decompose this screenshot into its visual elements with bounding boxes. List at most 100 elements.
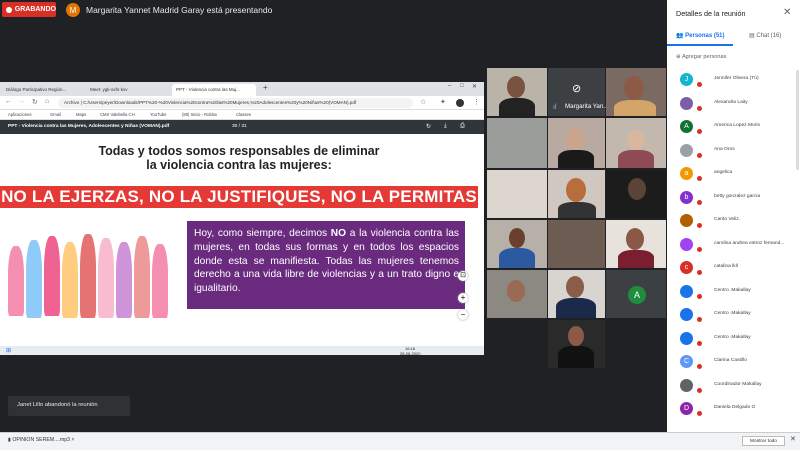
print-icon[interactable]: ⎙ (460, 123, 465, 130)
video-tile (548, 170, 605, 218)
bookmark[interactable]: Aplicaciones (8, 112, 32, 117)
menu-icon[interactable]: ⋮ (473, 98, 480, 106)
minimize-icon[interactable]: – (448, 83, 451, 89)
video-tile (487, 270, 547, 318)
participant-avatar (680, 308, 693, 321)
windows-start-icon[interactable]: ⊞ (6, 347, 11, 354)
mic-off-icon (696, 81, 703, 88)
participant-row[interactable]: c catalina lkll (676, 258, 798, 280)
forward-icon[interactable]: → (18, 98, 25, 105)
close-icon[interactable]: ✕ (783, 7, 791, 18)
browser-tab[interactable]: Meet: ygk-xxfn-kxv (86, 84, 168, 96)
participant-row[interactable]: J Jennifer Olivera (Tú) (676, 70, 798, 92)
browser-tab-active[interactable]: PPT - Violencia contra las Muj... (172, 84, 256, 96)
participant-name: Centro .Makallay (714, 287, 751, 293)
participant-name: Daniela Delgado G (714, 405, 756, 410)
participant-row[interactable]: carolina andrea estroz fernand... (676, 235, 798, 257)
participant-name: Clarina Castillo (714, 358, 747, 363)
bookmark[interactable]: Maps (76, 112, 86, 117)
mic-off-icon (696, 151, 703, 159)
participant-row[interactable]: b betty gonzalez garcia (676, 188, 798, 210)
tab-people[interactable]: 👥 Personas (51) (676, 32, 725, 39)
profile-icon[interactable] (456, 99, 464, 107)
participant-row[interactable]: a angelica (676, 164, 798, 186)
participant-name: Ana Oros (714, 146, 735, 152)
bookmark[interactable]: Classes (236, 112, 251, 117)
browser-tabs: Diálogo Participativo Región... Meet: yg… (0, 82, 484, 96)
participant-name: America Lopez Moris (714, 123, 760, 128)
participant-row[interactable]: Centro .Makallay (676, 282, 798, 304)
participant-avatar: c (680, 261, 693, 274)
participant-avatar: C (680, 355, 693, 368)
new-tab-icon[interactable]: + (263, 83, 268, 92)
zoom-in-icon[interactable]: + (458, 293, 468, 303)
file-icon: ▮ (8, 437, 11, 443)
download-bar (0, 432, 800, 450)
slide-title: Todas y todos somos responsables de elim… (0, 144, 478, 172)
participant-row[interactable]: Centro .Makallay (676, 329, 798, 351)
back-icon[interactable]: ← (5, 98, 12, 105)
add-people-button[interactable]: ⊕ Agregar personas (676, 54, 726, 60)
video-tile (606, 68, 666, 116)
browser-tab[interactable]: Diálogo Participativo Región... (2, 84, 84, 96)
bookmark[interactable]: YouTube (150, 112, 166, 117)
bookmark[interactable]: (80) Inicio - Roblox (182, 112, 217, 117)
video-tile (548, 220, 605, 268)
taskbar-date: 28-08-2020 (400, 350, 421, 356)
participant-name: carolina andrea estroz fernand... (714, 240, 785, 246)
mic-off-icon (696, 292, 703, 300)
rotate-icon[interactable]: ↻ (426, 123, 431, 130)
participant-avatar (680, 378, 693, 392)
participant-row[interactable]: Centro .Makallay (676, 305, 798, 327)
url-field[interactable]: Archivo | C:/Users/peyer/Downloads/PPT%2… (58, 98, 413, 108)
reload-icon[interactable]: ↻ (32, 98, 38, 106)
participant-avatar (680, 214, 693, 227)
participant-row[interactable]: Ana Oros (676, 141, 798, 163)
download-item[interactable]: ▮ OPINION SEREM....mp3 ˄ (8, 437, 74, 443)
close-icon[interactable]: ✕ (790, 435, 796, 443)
presenting-text: Margarita Yannet Madrid Garay está prese… (86, 5, 273, 15)
maximize-icon[interactable]: □ (460, 83, 464, 89)
extensions-icon[interactable]: ✦ (440, 98, 446, 106)
mic-off-icon (696, 222, 703, 229)
participant-avatar: A (628, 286, 646, 304)
participant-avatar (680, 96, 693, 110)
participant-row[interactable]: C Clarina Castillo (676, 352, 798, 374)
pdf-toolbar: PPT - Violencia contra las Mujeres, Adol… (0, 120, 484, 134)
scrollbar[interactable] (796, 70, 799, 170)
add-people-label: Agregar personas (681, 54, 727, 60)
slide-title-line1: Todas y todos somos responsables de elim… (98, 144, 380, 158)
participant-row[interactable]: D Daniela Delgado G (676, 399, 798, 421)
add-person-icon: ⊕ (676, 54, 681, 60)
participant-avatar: a (680, 167, 693, 180)
tile-name: Margarita Yan... (565, 103, 609, 110)
show-all-button[interactable]: Mostrar todo (742, 436, 785, 446)
fit-page-icon[interactable]: ⊡ (458, 271, 468, 281)
zoom-out-icon[interactable]: − (458, 310, 468, 320)
participant-avatar: D (680, 402, 693, 415)
close-icon[interactable]: ✕ (472, 83, 477, 90)
video-tile (548, 320, 605, 368)
bookmark[interactable]: Gmail (50, 112, 61, 117)
slide-title-line2: la violencia contra las mujeres: (146, 158, 332, 172)
participant-row[interactable]: Alexandra Laity (676, 94, 798, 116)
participant-avatar (680, 237, 693, 251)
tab-chat[interactable]: ▤ Chat (16) (749, 32, 781, 39)
home-icon[interactable]: ⌂ (45, 98, 49, 105)
participant-row[interactable]: A America Lopez Moris (676, 117, 798, 139)
notification-toast: Janet Lillo abandonó la reunión (8, 396, 130, 416)
mic-off-icon (696, 269, 703, 276)
video-tile (606, 220, 666, 268)
camera-off-icon: ⊘ (572, 83, 582, 95)
download-icon[interactable]: ⤓ (444, 123, 447, 130)
star-icon[interactable]: ☆ (420, 98, 426, 106)
mic-off-icon (696, 198, 703, 206)
participant-row[interactable]: Carito Veliz. (676, 211, 798, 233)
page-indicator[interactable]: 30 / 31 (232, 124, 247, 129)
mic-off-icon (696, 339, 703, 347)
chevron-up-icon[interactable]: ˄ (71, 437, 74, 443)
participant-avatar: J (680, 73, 693, 86)
bookmark[interactable]: CMX Valebella CH (100, 112, 135, 117)
participant-row[interactable]: Coordinador Makallay (676, 376, 798, 398)
mic-off-icon (696, 386, 703, 394)
